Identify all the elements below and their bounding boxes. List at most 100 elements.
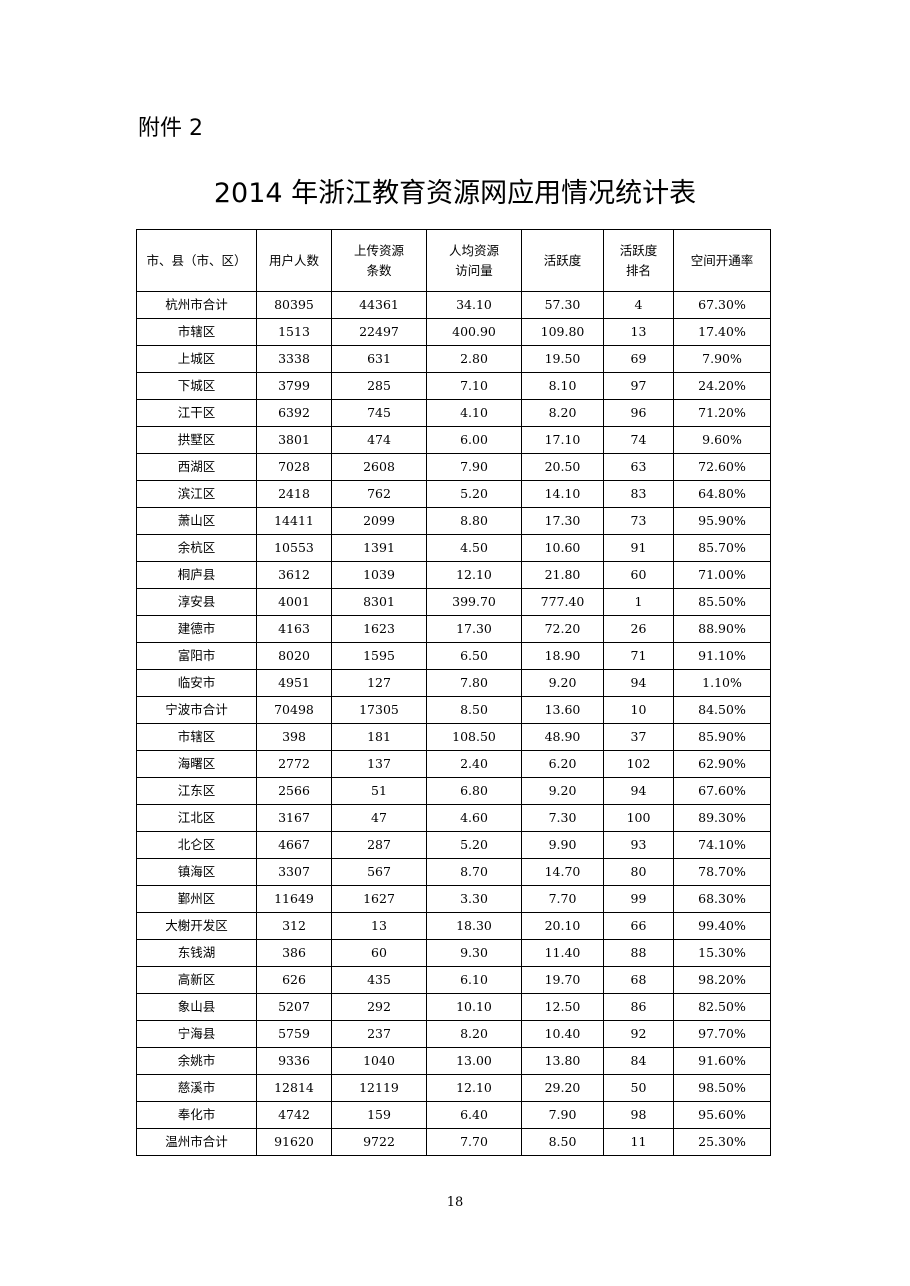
table-cell-activity: 109.80 — [521, 318, 604, 346]
table-row: 江东区 2566 51 6.80 9.20 94 67.60% — [136, 777, 771, 805]
table-cell-activity: 20.50 — [521, 453, 604, 481]
table-cell-activity: 13.60 — [521, 696, 604, 724]
table-cell-uploaded-resources: 17305 — [331, 696, 427, 724]
table-cell-user-count: 3307 — [256, 858, 332, 886]
table-cell-activity: 8.10 — [521, 372, 604, 400]
table-cell-per-capita-visits: 17.30 — [426, 615, 522, 643]
table-cell-activity-rank: 11 — [603, 1128, 674, 1156]
table-body: 杭州市合计 80395 44361 34.10 57.30 4 67.30% 市辖区 1513 2… — [136, 291, 771, 1156]
table-cell-space-open-rate: 85.90% — [673, 723, 771, 751]
table-cell-per-capita-visits: 7.90 — [426, 453, 522, 481]
column-header-line: 上传资源 — [353, 242, 404, 258]
table-cell-uploaded-resources: 292 — [331, 993, 427, 1021]
table-row: 临安市 4951 127 7.80 9.20 94 1.10% — [136, 669, 771, 697]
table-cell-user-count: 2566 — [256, 777, 332, 805]
table-cell-region: 宁波市合计 — [136, 696, 257, 724]
table-cell-activity: 777.40 — [521, 588, 604, 616]
table-cell-activity-rank: 4 — [603, 291, 674, 319]
table-cell-uploaded-resources: 745 — [331, 399, 427, 427]
table-cell-space-open-rate: 98.20% — [673, 966, 771, 994]
table-cell-space-open-rate: 64.80% — [673, 480, 771, 508]
table-row: 奉化市 4742 159 6.40 7.90 98 95.60% — [136, 1101, 771, 1129]
table-cell-activity: 29.20 — [521, 1074, 604, 1102]
table-cell-activity-rank: 83 — [603, 480, 674, 508]
table-cell-activity-rank: 94 — [603, 669, 674, 697]
table-row: 市辖区 1513 22497 400.90 109.80 13 17.40% — [136, 318, 771, 346]
table-cell-space-open-rate: 7.90% — [673, 345, 771, 373]
table-cell-activity: 17.30 — [521, 507, 604, 535]
column-header-activity-rank: 活跃度 排名 — [603, 229, 674, 292]
table-row: 宁海县 5759 237 8.20 10.40 92 97.70% — [136, 1020, 771, 1048]
table-cell-per-capita-visits: 13.00 — [426, 1047, 522, 1075]
table-cell-per-capita-visits: 8.20 — [426, 1020, 522, 1048]
table-cell-user-count: 312 — [256, 912, 332, 940]
table-cell-activity: 7.70 — [521, 885, 604, 913]
column-header-line: 空间开通率 — [690, 252, 754, 268]
table-row: 桐庐县 3612 1039 12.10 21.80 60 71.00% — [136, 561, 771, 589]
table-cell-space-open-rate: 89.30% — [673, 804, 771, 832]
table-cell-uploaded-resources: 567 — [331, 858, 427, 886]
table-cell-space-open-rate: 67.30% — [673, 291, 771, 319]
table-cell-user-count: 3799 — [256, 372, 332, 400]
table-row: 象山县 5207 292 10.10 12.50 86 82.50% — [136, 993, 771, 1021]
table-cell-user-count: 6392 — [256, 399, 332, 427]
table-cell-region: 上城区 — [136, 345, 257, 373]
table-cell-per-capita-visits: 18.30 — [426, 912, 522, 940]
table-cell-uploaded-resources: 1595 — [331, 642, 427, 670]
table-row: 拱墅区 3801 474 6.00 17.10 74 9.60% — [136, 426, 771, 454]
table-cell-activity-rank: 10 — [603, 696, 674, 724]
table-cell-space-open-rate: 9.60% — [673, 426, 771, 454]
table-cell-activity: 7.30 — [521, 804, 604, 832]
table-cell-activity-rank: 13 — [603, 318, 674, 346]
table-cell-space-open-rate: 85.50% — [673, 588, 771, 616]
table-cell-activity: 19.70 — [521, 966, 604, 994]
table-cell-activity-rank: 93 — [603, 831, 674, 859]
table-row: 滨江区 2418 762 5.20 14.10 83 64.80% — [136, 480, 771, 508]
table-cell-activity: 10.60 — [521, 534, 604, 562]
table-cell-user-count: 3338 — [256, 345, 332, 373]
table-cell-activity-rank: 91 — [603, 534, 674, 562]
table-cell-space-open-rate: 67.60% — [673, 777, 771, 805]
table-cell-user-count: 12814 — [256, 1074, 332, 1102]
table-cell-user-count: 1513 — [256, 318, 332, 346]
table-cell-user-count: 4001 — [256, 588, 332, 616]
table-cell-space-open-rate: 24.20% — [673, 372, 771, 400]
table-cell-uploaded-resources: 237 — [331, 1020, 427, 1048]
table-cell-activity-rank: 73 — [603, 507, 674, 535]
table-cell-per-capita-visits: 34.10 — [426, 291, 522, 319]
table-row: 慈溪市 12814 12119 12.10 29.20 50 98.50% — [136, 1074, 771, 1102]
table-cell-user-count: 5759 — [256, 1020, 332, 1048]
table-cell-activity-rank: 63 — [603, 453, 674, 481]
table-cell-activity: 20.10 — [521, 912, 604, 940]
table-row: 下城区 3799 285 7.10 8.10 97 24.20% — [136, 372, 771, 400]
table-cell-uploaded-resources: 1627 — [331, 885, 427, 913]
table-cell-space-open-rate: 74.10% — [673, 831, 771, 859]
table-cell-activity-rank: 86 — [603, 993, 674, 1021]
document-title: 2014 年浙江教育资源网应用情况统计表 — [213, 178, 697, 209]
table-cell-space-open-rate: 91.60% — [673, 1047, 771, 1075]
table-cell-region: 淳安县 — [136, 588, 257, 616]
table-cell-region: 下城区 — [136, 372, 257, 400]
table-cell-region: 慈溪市 — [136, 1074, 257, 1102]
table-cell-space-open-rate: 82.50% — [673, 993, 771, 1021]
table-cell-activity: 21.80 — [521, 561, 604, 589]
column-header-line: 排名 — [625, 262, 651, 278]
table-cell-activity-rank: 80 — [603, 858, 674, 886]
table-cell-per-capita-visits: 12.10 — [426, 561, 522, 589]
table-cell-region: 西湖区 — [136, 453, 257, 481]
table-cell-activity-rank: 96 — [603, 399, 674, 427]
table-cell-activity-rank: 68 — [603, 966, 674, 994]
column-header-line: 活跃度 — [619, 242, 658, 258]
table-cell-per-capita-visits: 7.10 — [426, 372, 522, 400]
table-cell-space-open-rate: 97.70% — [673, 1020, 771, 1048]
table-cell-per-capita-visits: 9.30 — [426, 939, 522, 967]
table-cell-activity-rank: 69 — [603, 345, 674, 373]
table-cell-activity: 11.40 — [521, 939, 604, 967]
table-cell-activity: 48.90 — [521, 723, 604, 751]
table-cell-user-count: 11649 — [256, 885, 332, 913]
table-cell-per-capita-visits: 7.80 — [426, 669, 522, 697]
table-cell-region: 桐庐县 — [136, 561, 257, 589]
table-cell-space-open-rate: 71.00% — [673, 561, 771, 589]
table-row: 西湖区 7028 2608 7.90 20.50 63 72.60% — [136, 453, 771, 481]
table-cell-activity: 8.50 — [521, 1128, 604, 1156]
